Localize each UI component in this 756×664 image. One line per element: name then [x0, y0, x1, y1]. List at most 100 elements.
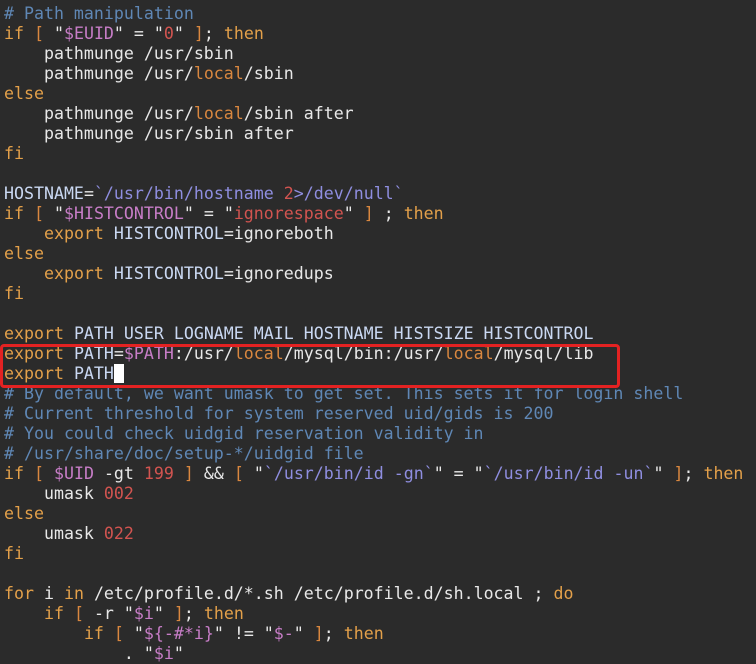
code-line[interactable]: . "$i"	[4, 644, 743, 664]
code-token: then	[403, 204, 444, 223]
code-line[interactable]: if [ -r "$i" ]; then	[4, 604, 743, 624]
code-token: pathmunge /usr/sbin after	[4, 124, 294, 143]
code-line[interactable]: else	[4, 504, 743, 524]
code-token: 199	[143, 464, 174, 483]
code-token: # You could check uidgid reservation val…	[4, 424, 484, 443]
code-token: "	[653, 464, 674, 483]
code-token: " != "	[213, 624, 274, 643]
code-line[interactable]	[4, 564, 743, 584]
code-token: 0	[163, 24, 174, 43]
code-token: pathmunge /usr/sbin	[4, 44, 234, 63]
code-line[interactable]: fi	[4, 144, 743, 164]
code-line[interactable]: umask 022	[4, 524, 743, 544]
code-line[interactable]: export HISTCONTROL=ignoreboth	[4, 224, 743, 244]
code-token: ignorespace	[233, 204, 344, 223]
code-token: umask	[4, 484, 104, 503]
code-token: fi	[4, 284, 24, 303]
code-line[interactable]: else	[4, 244, 743, 264]
code-token: ]	[173, 604, 184, 623]
code-token: "	[173, 644, 184, 663]
code-token: do	[553, 584, 574, 603]
code-token: if	[4, 464, 24, 483]
code-line[interactable]: # Path manipulation	[4, 4, 743, 24]
code-token: then	[703, 464, 744, 483]
code-token: [	[33, 204, 44, 223]
code-token: fi	[4, 544, 24, 563]
code-line[interactable]	[4, 304, 743, 324]
vim-editor-buffer[interactable]: # Path manipulation if [ "$EUID" = "0" ];…	[4, 4, 743, 664]
code-token: 022	[103, 524, 134, 543]
code-token: ;	[683, 464, 704, 483]
code-token: export	[43, 224, 104, 243]
code-token: HISTCONTROL	[103, 224, 224, 243]
code-line[interactable]: for i in /etc/profile.d/*.sh /etc/profil…	[4, 584, 743, 604]
code-token: ;	[373, 204, 404, 223]
code-token: -gt	[93, 464, 144, 483]
code-line[interactable]: # Current threshold for system reserved …	[4, 404, 743, 424]
code-token: if	[4, 204, 24, 223]
code-line[interactable]: umask 002	[4, 484, 743, 504]
code-line[interactable]: # /usr/share/doc/setup-*/uidgid file	[4, 444, 743, 464]
code-line[interactable]: # You could check uidgid reservation val…	[4, 424, 743, 444]
code-token: $i	[133, 604, 154, 623]
code-token: "	[153, 604, 174, 623]
code-token: local	[193, 104, 244, 123]
code-token: if	[83, 624, 104, 643]
code-token: ;	[203, 24, 224, 43]
code-token: 002	[103, 484, 134, 503]
code-token: ]	[183, 464, 194, 483]
code-token: "	[43, 204, 64, 223]
code-line[interactable]: fi	[4, 544, 743, 564]
code-token: `/usr/bin/hostname	[93, 184, 284, 203]
code-line[interactable]: pathmunge /usr/sbin	[4, 44, 743, 64]
code-token: ]	[193, 24, 204, 43]
code-line[interactable]: if [ "$HISTCONTROL" = "ignorespace" ] ; …	[4, 204, 743, 224]
code-token: " = "	[113, 24, 164, 43]
code-token: /sbin	[243, 64, 294, 83]
code-token: ]	[363, 204, 374, 223]
code-line[interactable]: if [ "${-#*i}" != "$-" ]; then	[4, 624, 743, 644]
code-token: "	[243, 464, 264, 483]
code-line[interactable]: export PATH USER LOGNAME MAIL HOSTNAME H…	[4, 324, 743, 344]
code-line[interactable]: pathmunge /usr/sbin after	[4, 124, 743, 144]
code-line[interactable]: export HISTCONTROL=ignoredups	[4, 264, 743, 284]
code-token: # /usr/share/doc/setup-*/uidgid file	[4, 444, 364, 463]
code-token: else	[4, 244, 44, 263]
code-token: /etc/profile.d/*.sh /etc/profile.d/sh.lo…	[83, 584, 554, 603]
code-token: fi	[4, 144, 24, 163]
code-line[interactable]: pathmunge /usr/local/sbin	[4, 64, 743, 84]
code-token: umask	[4, 524, 104, 543]
code-token: pathmunge /usr/	[4, 64, 194, 83]
code-line[interactable]	[4, 164, 743, 184]
code-line[interactable]: pathmunge /usr/local/sbin after	[4, 104, 743, 124]
code-token: [	[233, 464, 244, 483]
code-token: then	[203, 604, 244, 623]
code-token: then	[343, 624, 384, 643]
code-line[interactable]: if [ $UID -gt 199 ] && [ "`/usr/bin/id -…	[4, 464, 743, 484]
code-token: "	[293, 624, 314, 643]
code-line[interactable]: fi	[4, 284, 743, 304]
code-line[interactable]: if [ "$EUID" = "0" ]; then	[4, 24, 743, 44]
code-token: export	[43, 264, 104, 283]
code-line[interactable]: else	[4, 84, 743, 104]
code-token: # Current threshold for system reserved …	[4, 404, 554, 423]
code-token: ${-#*i}	[143, 624, 214, 643]
code-line[interactable]: HOSTNAME=`/usr/bin/hostname 2>/dev/null`	[4, 184, 743, 204]
code-token: 2	[283, 184, 294, 203]
code-token: -r "	[83, 604, 134, 623]
code-token: . "	[4, 644, 154, 663]
code-token: $HISTCONTROL	[63, 204, 184, 223]
code-token: "	[43, 24, 64, 43]
code-token: if	[4, 24, 24, 43]
code-token: " = "	[183, 204, 234, 223]
code-token: $i	[153, 644, 174, 663]
code-token: ]	[673, 464, 684, 483]
code-token: "	[123, 624, 144, 643]
code-token: local	[193, 64, 244, 83]
code-token: for	[4, 584, 34, 603]
